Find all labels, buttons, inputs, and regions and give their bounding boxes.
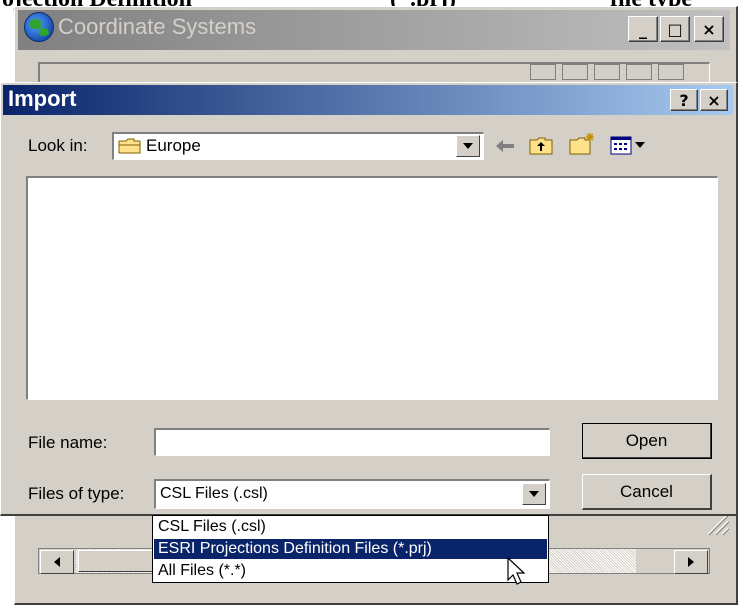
scroll-right-button[interactable]: [674, 550, 708, 574]
toolbar-icon[interactable]: [562, 64, 588, 80]
coordinate-systems-title: Coordinate Systems: [58, 14, 257, 39]
toolbar-icon[interactable]: [626, 64, 652, 80]
dropdown-option-prj[interactable]: ESRI Projections Definition Files (*.prj…: [154, 539, 547, 559]
dialog-close-button[interactable]: ×: [700, 89, 728, 111]
back-arrow-icon[interactable]: [494, 137, 516, 155]
files-of-type-dropdown-button[interactable]: [522, 483, 546, 505]
scroll-left-button[interactable]: [40, 550, 74, 574]
maximize-icon: □: [667, 19, 683, 39]
minimize-icon: _: [639, 19, 647, 39]
toolbar-icon[interactable]: [594, 64, 620, 80]
close-icon: ×: [702, 19, 716, 39]
arrow-left-icon: [54, 557, 60, 567]
globe-icon: [24, 12, 54, 42]
import-dialog-titlebar[interactable]: [3, 85, 733, 115]
help-button[interactable]: ?: [670, 89, 698, 111]
close-icon: ×: [707, 90, 721, 110]
look-in-value: Europe: [146, 136, 201, 155]
bg-toolbar-icons[interactable]: [530, 64, 710, 82]
help-icon: ?: [679, 90, 689, 110]
toolbar-icon[interactable]: [530, 64, 556, 80]
files-of-type-label: Files of type:: [28, 484, 125, 503]
new-folder-icon[interactable]: [568, 132, 596, 156]
mouse-cursor-icon: [507, 556, 526, 585]
chevron-down-icon: [463, 143, 473, 149]
arrow-right-icon: [688, 557, 694, 567]
open-button[interactable]: Open: [582, 423, 712, 459]
bg-close-button[interactable]: ×: [694, 16, 724, 42]
look-in-label: Look in:: [28, 136, 88, 155]
view-menu-icon[interactable]: [610, 136, 648, 156]
look-in-dropdown-button[interactable]: [456, 135, 480, 157]
file-name-label: File name:: [28, 433, 108, 452]
file-name-input[interactable]: [154, 428, 550, 456]
cancel-button[interactable]: Cancel: [582, 474, 712, 510]
dropdown-option-all[interactable]: All Files (*.*): [154, 561, 547, 581]
import-dialog-title: Import: [8, 86, 77, 111]
up-one-level-icon[interactable]: [528, 134, 554, 156]
bg-minimize-button[interactable]: _: [628, 16, 658, 42]
bg-maximize-button[interactable]: □: [660, 16, 690, 42]
folder-icon: [118, 138, 141, 154]
file-type-dropdown-list[interactable]: CSL Files (.csl) ESRI Projections Defini…: [152, 515, 549, 583]
dropdown-option-csl[interactable]: CSL Files (.csl): [154, 517, 547, 537]
files-of-type-value: CSL Files (.csl): [160, 485, 268, 502]
file-list[interactable]: [26, 176, 718, 400]
toolbar-icon[interactable]: [658, 64, 684, 80]
chevron-down-icon: [529, 491, 539, 497]
